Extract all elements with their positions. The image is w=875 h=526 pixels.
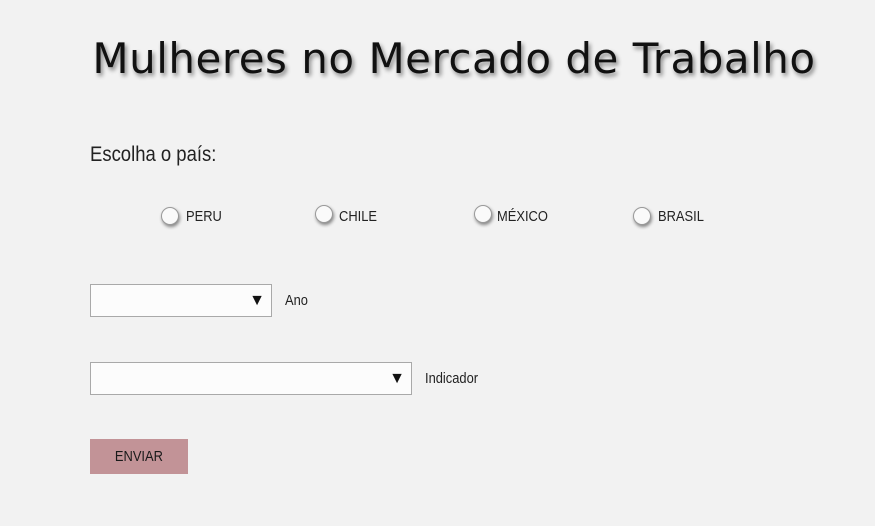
indicator-select[interactable]: ▼ bbox=[90, 362, 412, 395]
radio-button-peru[interactable] bbox=[161, 207, 179, 225]
triangle-down-icon: ▼ bbox=[389, 370, 405, 387]
radio-label-peru: PERU bbox=[186, 207, 222, 225]
year-select-label: Ano bbox=[285, 292, 308, 309]
radio-label-chile: CHILE bbox=[339, 207, 378, 225]
radio-chile[interactable]: CHILE bbox=[315, 203, 383, 225]
submit-button-label: ENVIAR bbox=[114, 448, 164, 465]
triangle-down-icon: ▼ bbox=[249, 292, 265, 309]
radio-button-chile[interactable] bbox=[315, 205, 333, 223]
radio-button-brasil[interactable] bbox=[633, 207, 651, 225]
radio-brasil[interactable]: BRASIL bbox=[633, 205, 711, 227]
radio-label-brasil: BRASIL bbox=[658, 207, 704, 225]
submit-button[interactable]: ENVIAR bbox=[90, 439, 188, 474]
radio-label-mexico: MÉXICO bbox=[497, 207, 548, 225]
radio-button-mexico[interactable] bbox=[474, 205, 492, 223]
country-prompt: Escolha o país: bbox=[90, 143, 217, 166]
radio-mexico[interactable]: MÉXICO bbox=[474, 203, 556, 225]
page-title: Mulheres no Mercado de Trabalho bbox=[92, 34, 816, 83]
indicator-select-label: Indicador bbox=[425, 370, 479, 387]
year-select[interactable]: ▼ bbox=[90, 284, 272, 317]
radio-peru[interactable]: PERU bbox=[161, 205, 228, 227]
